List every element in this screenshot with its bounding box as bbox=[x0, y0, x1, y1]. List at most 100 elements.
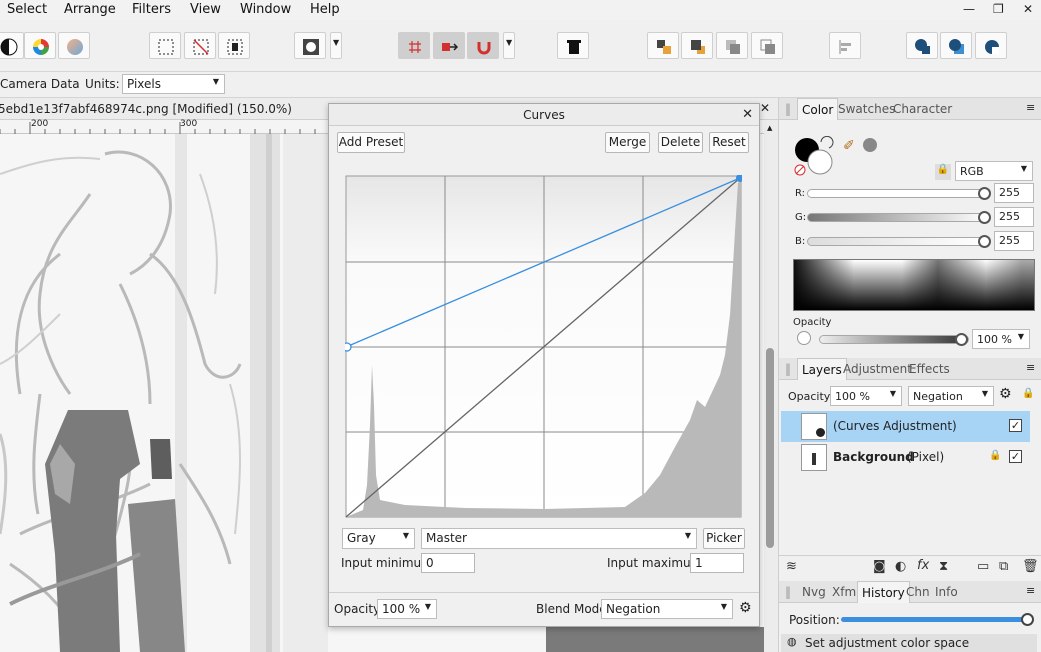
gear-icon[interactable]: ⚙ bbox=[739, 600, 752, 616]
input-min-field[interactable]: 0 bbox=[421, 553, 475, 573]
input-max-field[interactable]: 1 bbox=[690, 553, 744, 573]
close-app-button[interactable]: ✕ bbox=[1023, 2, 1033, 16]
color-opacity-slider[interactable] bbox=[819, 335, 969, 344]
menu-select[interactable]: Select bbox=[7, 2, 47, 17]
tab-navigator[interactable]: Nvg bbox=[802, 585, 826, 599]
tab-effects[interactable]: Effects bbox=[909, 362, 950, 376]
tab-transform[interactable]: Xfm bbox=[832, 585, 856, 599]
vertical-scrollbar[interactable]: ▲ bbox=[764, 120, 778, 652]
curves-title-bar[interactable]: Curves ✕ bbox=[329, 104, 759, 126]
picker-button[interactable]: Picker bbox=[703, 528, 745, 549]
color-opacity-knob[interactable] bbox=[955, 333, 968, 346]
fill-stroke-swatch[interactable] bbox=[793, 136, 835, 176]
curve-graph[interactable] bbox=[345, 175, 742, 518]
b-value[interactable]: 255 bbox=[994, 231, 1034, 251]
snap-move-button[interactable] bbox=[433, 32, 465, 59]
layer-visibility-checkbox[interactable]: ✓ bbox=[1009, 419, 1022, 432]
layer-opacity-select[interactable]: 100 % ▼ bbox=[830, 386, 902, 406]
restore-button[interactable]: ❐ bbox=[993, 2, 1004, 16]
live-filter-icon[interactable]: ⧗ bbox=[939, 559, 948, 574]
g-slider[interactable] bbox=[807, 213, 989, 222]
boolean-intersect-button[interactable] bbox=[975, 32, 1007, 59]
panel-menu-icon[interactable]: ≡ bbox=[1026, 361, 1035, 374]
tab-swatches[interactable]: Swatches bbox=[838, 102, 895, 116]
deselect-button[interactable] bbox=[184, 32, 216, 59]
menu-arrange[interactable]: Arrange bbox=[64, 2, 116, 17]
trash-icon[interactable]: 🗑 bbox=[1022, 559, 1039, 574]
channel-select[interactable]: Master ▼ bbox=[421, 528, 697, 549]
new-layer-icon[interactable]: ⧉ bbox=[999, 559, 1008, 574]
b-slider[interactable] bbox=[807, 237, 989, 246]
tab-info[interactable]: Info bbox=[935, 585, 958, 599]
history-entry[interactable]: ◍ Set adjustment color space bbox=[781, 634, 1037, 652]
lock-icon[interactable]: 🔒 bbox=[935, 164, 951, 180]
tab-color[interactable]: Color bbox=[797, 98, 839, 120]
gear-icon[interactable]: ⚙ bbox=[999, 386, 1012, 402]
tab-channels[interactable]: Chn bbox=[906, 585, 930, 599]
layer-row-curves[interactable]: (Curves Adjustment) ✓ bbox=[781, 411, 1030, 442]
tab-character[interactable]: Character bbox=[893, 102, 952, 116]
mask-button[interactable] bbox=[294, 32, 326, 59]
arrange-back-button[interactable] bbox=[647, 32, 679, 59]
color-wheel-button[interactable] bbox=[24, 32, 56, 59]
menu-help[interactable]: Help bbox=[310, 2, 340, 17]
boolean-subtract-button[interactable] bbox=[940, 32, 972, 59]
layer-row-background[interactable]: Background (Pixel) 🔒 ✓ bbox=[781, 442, 1030, 473]
history-position-slider[interactable] bbox=[841, 617, 1029, 622]
eyedropper-icon[interactable]: ✐ bbox=[843, 138, 855, 154]
close-dialog-icon[interactable]: ✕ bbox=[742, 104, 753, 126]
layer-stack-icon[interactable]: ≋ bbox=[786, 559, 797, 574]
arrange-backward-button[interactable] bbox=[751, 32, 783, 59]
r-slider-knob[interactable] bbox=[978, 187, 991, 200]
color-model-select[interactable]: RGB ▼ bbox=[955, 161, 1033, 181]
mask-layer-icon[interactable]: ◙ bbox=[873, 559, 886, 574]
opacity-select[interactable]: 100 % ▼ bbox=[377, 599, 437, 619]
snapping-button[interactable] bbox=[398, 32, 430, 59]
white-balance-button[interactable] bbox=[58, 32, 90, 59]
tab-history[interactable]: History bbox=[857, 581, 910, 603]
panel-menu-icon[interactable]: ≡ bbox=[1026, 584, 1035, 597]
r-value[interactable]: 255 bbox=[994, 183, 1034, 203]
minimize-button[interactable]: — bbox=[963, 2, 975, 16]
boolean-add-button[interactable] bbox=[906, 32, 938, 59]
magnet-button[interactable] bbox=[467, 32, 499, 59]
menu-view[interactable]: View bbox=[190, 2, 221, 17]
r-slider[interactable] bbox=[807, 189, 989, 198]
panel-menu-icon[interactable]: ≡ bbox=[1026, 101, 1035, 114]
folder-icon[interactable]: ▭ bbox=[977, 559, 989, 574]
delete-button[interactable]: Delete bbox=[658, 132, 703, 153]
align-button[interactable] bbox=[829, 32, 861, 59]
arrange-forward-button[interactable] bbox=[716, 32, 748, 59]
g-slider-knob[interactable] bbox=[978, 211, 991, 224]
tone-button[interactable] bbox=[0, 32, 24, 59]
marquee-button[interactable] bbox=[149, 32, 181, 59]
history-position-knob[interactable] bbox=[1021, 613, 1034, 626]
tab-adjustment[interactable]: Adjustment bbox=[843, 362, 912, 376]
tab-layers[interactable]: Layers bbox=[797, 358, 847, 380]
arrange-front-button[interactable] bbox=[681, 32, 713, 59]
adjustment-layer-icon[interactable]: ◐ bbox=[895, 559, 906, 574]
lock-icon[interactable]: 🔒 bbox=[1022, 388, 1034, 399]
persona-button[interactable] bbox=[557, 32, 589, 59]
snap-dropdown[interactable]: ▼ bbox=[503, 32, 515, 59]
menu-filters[interactable]: Filters bbox=[132, 2, 171, 17]
curve-point-start[interactable] bbox=[345, 342, 352, 352]
lock-icon[interactable]: 🔒 bbox=[989, 450, 1001, 461]
menu-window[interactable]: Window bbox=[240, 2, 291, 17]
scroll-thumb[interactable] bbox=[766, 348, 774, 548]
scroll-up-icon[interactable]: ▲ bbox=[767, 124, 772, 132]
color-spectrum[interactable] bbox=[793, 259, 1035, 311]
merge-button[interactable]: Merge bbox=[605, 132, 650, 153]
fx-icon[interactable]: fx bbox=[917, 558, 929, 573]
b-slider-knob[interactable] bbox=[978, 235, 991, 248]
add-preset-button[interactable]: Add Preset bbox=[337, 132, 405, 153]
reset-button[interactable]: Reset bbox=[709, 132, 749, 153]
channel-mode-select[interactable]: Gray ▼ bbox=[342, 528, 415, 549]
units-select[interactable]: Pixels ▼ bbox=[122, 74, 225, 94]
close-document-icon[interactable]: ✕ bbox=[760, 101, 770, 115]
g-value[interactable]: 255 bbox=[994, 207, 1034, 227]
layer-visibility-checkbox[interactable]: ✓ bbox=[1009, 450, 1022, 463]
mask-dropdown[interactable]: ▼ bbox=[330, 32, 342, 59]
blend-mode-select[interactable]: Negation ▼ bbox=[601, 599, 733, 619]
invert-selection-button[interactable] bbox=[218, 32, 250, 59]
